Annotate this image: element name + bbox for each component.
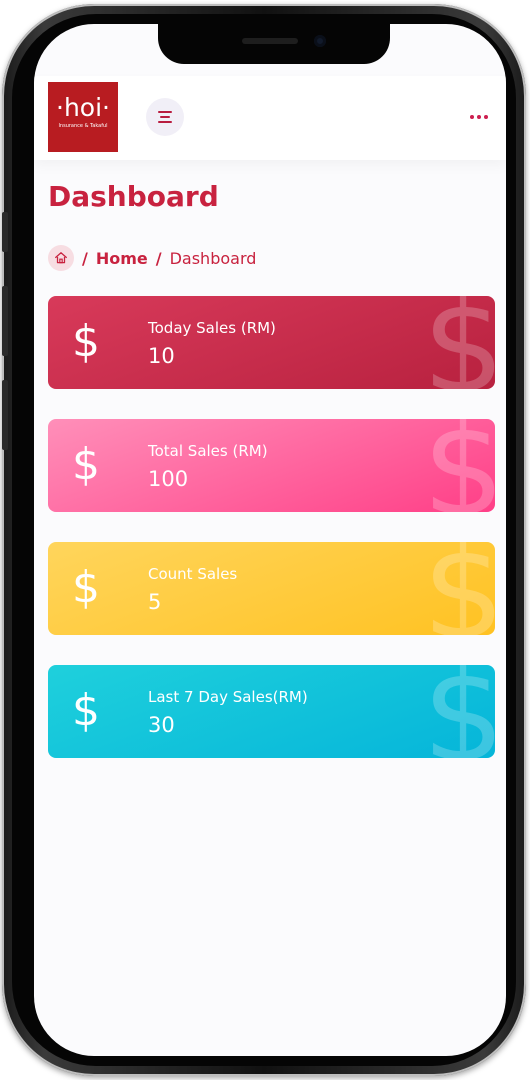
volume-down-button (2, 380, 8, 450)
stat-value: 30 (148, 713, 175, 737)
page-title: Dashboard (48, 180, 219, 213)
brand-logo[interactable]: ·hoi· Insurance & Takaful (48, 82, 118, 152)
dollar-watermark-icon: $ (422, 296, 495, 389)
hamburger-icon (158, 111, 172, 113)
phone-notch (158, 24, 390, 64)
device-mockup: ·hoi· Insurance & Takaful Dashboard / Ho… (0, 0, 530, 1080)
stat-value: 5 (148, 590, 162, 614)
breadcrumb-home-link[interactable]: Home (96, 249, 148, 268)
stat-card-today-sales[interactable]: $ $ Today Sales (RM) 10 (48, 296, 495, 389)
dollar-watermark-icon: $ (422, 542, 495, 635)
logo-tagline: Insurance & Takaful (58, 123, 108, 129)
stat-label: Count Sales (148, 565, 238, 583)
stat-card-count-sales[interactable]: $ $ Count Sales 5 (48, 542, 495, 635)
stat-value: 100 (148, 467, 189, 491)
app-screen: ·hoi· Insurance & Takaful Dashboard / Ho… (34, 24, 506, 1056)
stat-card-last-7-day-sales[interactable]: $ $ Last 7 Day Sales(RM) 30 (48, 665, 495, 758)
dollar-icon: $ (72, 685, 100, 736)
breadcrumb-separator: / (82, 248, 88, 268)
hamburger-icon-line (158, 121, 172, 123)
app-header: ·hoi· Insurance & Takaful (34, 76, 506, 160)
logo-text: ·hoi· (56, 93, 110, 122)
stat-label: Today Sales (RM) (148, 319, 276, 337)
stat-label: Total Sales (RM) (148, 442, 268, 460)
volume-up-button (2, 286, 8, 356)
breadcrumb-separator: / (155, 248, 162, 268)
stat-value: 10 (148, 344, 175, 368)
hamburger-icon-line (160, 116, 170, 118)
more-dots-icon (470, 115, 474, 119)
breadcrumb: / Home / Dashboard (48, 245, 256, 271)
menu-toggle-button[interactable] (146, 98, 184, 136)
dollar-icon: $ (72, 316, 100, 367)
stat-card-total-sales[interactable]: $ $ Total Sales (RM) 100 (48, 419, 495, 512)
speaker-grille (242, 38, 298, 44)
more-options-button[interactable] (464, 102, 494, 132)
more-dots-icon (477, 115, 481, 119)
home-icon-svg (55, 252, 67, 264)
dollar-watermark-icon: $ (422, 419, 495, 512)
breadcrumb-current: Dashboard (169, 248, 257, 268)
dollar-watermark-icon: $ (422, 665, 495, 758)
mute-switch (2, 212, 8, 252)
dollar-icon: $ (72, 562, 100, 613)
front-camera (314, 35, 326, 47)
stat-label: Last 7 Day Sales(RM) (148, 688, 308, 706)
dollar-icon: $ (72, 439, 100, 490)
home-icon[interactable] (48, 245, 74, 271)
more-dots-icon (484, 115, 488, 119)
